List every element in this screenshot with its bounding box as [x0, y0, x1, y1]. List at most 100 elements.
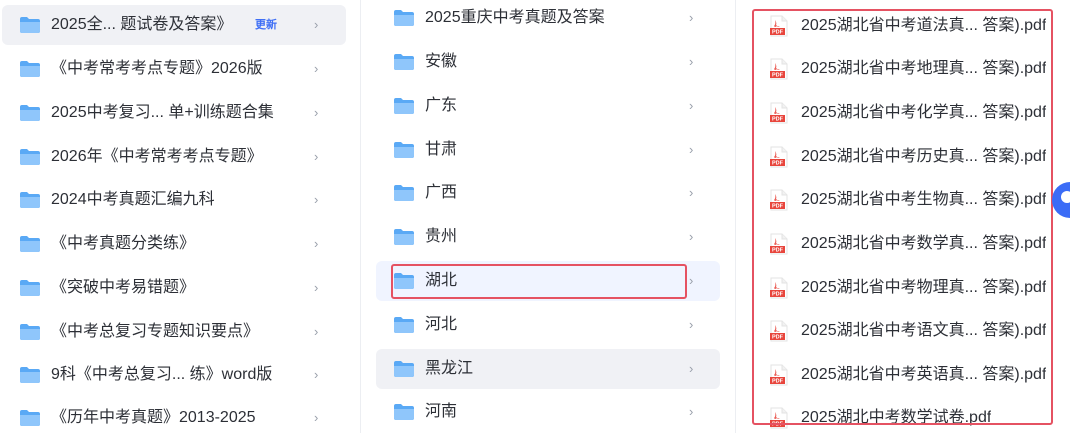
file-label: 2025湖北省中考语文真... 答案).pdf — [801, 322, 1047, 339]
folder-icon — [19, 60, 41, 78]
svg-text:PDF: PDF — [772, 30, 784, 36]
file-label: 2025湖北省中考数学真... 答案).pdf — [801, 235, 1047, 252]
chevron-right-icon: › — [314, 192, 319, 207]
folder-icon — [19, 191, 41, 209]
folder-row[interactable]: 河南 › — [376, 392, 720, 432]
folder-row[interactable]: 2024中考真题汇编九科 › — [2, 180, 346, 220]
folder-label: 2026年《中考常考考点专题》 — [51, 148, 263, 165]
chevron-right-icon: › — [689, 54, 694, 69]
pdf-file-icon: PDF — [768, 277, 790, 299]
folder-row[interactable]: 广东 › — [376, 86, 720, 126]
file-label: 2025湖北中考数学试卷.pdf — [801, 409, 992, 426]
folder-icon — [19, 366, 41, 384]
file-row[interactable]: PDF 2025湖北省中考数学真... 答案).pdf — [758, 224, 1070, 264]
folder-label: 2025重庆中考真题及答案 — [425, 9, 605, 26]
folder-row[interactable]: 《中考常考考点专题》2026版 › — [2, 49, 346, 89]
file-row[interactable]: PDF 2025湖北中考数学试卷.pdf — [758, 398, 1070, 433]
folder-icon — [393, 228, 415, 246]
file-label: 2025湖北省中考物理真... 答案).pdf — [801, 279, 1047, 296]
file-label: 2025湖北省中考生物真... 答案).pdf — [801, 191, 1047, 208]
file-label: 2025湖北省中考英语真... 答案).pdf — [801, 366, 1047, 383]
file-row[interactable]: PDF 2025湖北省中考物理真... 答案).pdf — [758, 268, 1070, 308]
folder-label: 湖北 — [425, 272, 458, 289]
folder-icon — [393, 9, 415, 27]
folder-icon — [393, 141, 415, 159]
folder-row[interactable]: 《中考真题分类练》 › — [2, 224, 346, 264]
folder-label: 《中考常考考点专题》2026版 — [51, 60, 263, 77]
chevron-right-icon: › — [689, 98, 694, 113]
folder-icon — [19, 148, 41, 166]
pdf-file-icon: PDF — [768, 15, 790, 37]
chevron-right-icon: › — [314, 149, 319, 164]
file-browser: 2025全... 题试卷及答案》 更新 › 《中考常考考点专题》2026版 › … — [0, 0, 1070, 433]
folder-row[interactable]: 9科《中考总复习... 练》word版 › — [2, 355, 346, 395]
folder-icon — [19, 279, 41, 297]
pdf-file-icon: PDF — [768, 58, 790, 80]
chevron-right-icon: › — [689, 317, 694, 332]
folder-row[interactable]: 《突破中考易错题》 › — [2, 268, 346, 308]
folder-row[interactable]: 2025全... 题试卷及答案》 更新 › — [2, 5, 346, 45]
folder-label: 甘肃 — [425, 141, 458, 158]
file-row[interactable]: PDF 2025湖北省中考历史真... 答案).pdf — [758, 137, 1070, 177]
chevron-right-icon: › — [689, 273, 694, 288]
folder-icon — [19, 409, 41, 427]
svg-text:PDF: PDF — [772, 73, 784, 79]
file-row[interactable]: PDF 2025湖北省中考道法真... 答案).pdf — [758, 6, 1070, 46]
folder-row[interactable]: 安徽 › — [376, 42, 720, 82]
file-row[interactable]: PDF 2025湖北省中考语文真... 答案).pdf — [758, 311, 1070, 351]
folder-icon — [19, 323, 41, 341]
folder-label: 2025全... 题试卷及答案》 — [51, 16, 233, 33]
chevron-right-icon: › — [314, 236, 319, 251]
folder-row[interactable]: 甘肃 › — [376, 130, 720, 170]
folder-label: 广西 — [425, 184, 458, 201]
folder-row[interactable]: 贵州 › — [376, 217, 720, 257]
chevron-right-icon: › — [314, 105, 319, 120]
svg-text:PDF: PDF — [772, 117, 784, 123]
folder-icon — [393, 184, 415, 202]
chevron-right-icon: › — [314, 280, 319, 295]
chevron-right-icon: › — [689, 404, 694, 419]
folder-row[interactable]: 《中考总复习专题知识要点》 › — [2, 312, 346, 352]
folder-icon — [393, 403, 415, 421]
pdf-file-icon: PDF — [768, 102, 790, 124]
chevron-right-icon: › — [689, 185, 694, 200]
chevron-right-icon: › — [689, 229, 694, 244]
folder-label: 贵州 — [425, 228, 458, 245]
folder-label: 《历年中考真题》2013-2025 — [51, 409, 256, 426]
folder-row[interactable]: 河北 › — [376, 305, 720, 345]
folder-label: 黑龙江 — [425, 360, 474, 377]
folder-row[interactable]: 广西 › — [376, 173, 720, 213]
file-label: 2025湖北省中考历史真... 答案).pdf — [801, 148, 1047, 165]
file-row[interactable]: PDF 2025湖北省中考生物真... 答案).pdf — [758, 180, 1070, 220]
folders-column: 2025全... 题试卷及答案》 更新 › 《中考常考考点专题》2026版 › … — [0, 0, 356, 433]
file-row[interactable]: PDF 2025湖北省中考英语真... 答案).pdf — [758, 355, 1070, 395]
folder-row-selected[interactable]: 湖北 › — [376, 261, 720, 301]
svg-text:PDF: PDF — [772, 292, 784, 298]
pdf-file-icon: PDF — [768, 407, 790, 429]
folder-icon — [393, 97, 415, 115]
chevron-right-icon: › — [314, 17, 319, 32]
pdf-file-icon: PDF — [768, 364, 790, 386]
folder-label: 河南 — [425, 403, 458, 420]
chevron-right-icon: › — [689, 10, 694, 25]
folder-row[interactable]: 2026年《中考常考考点专题》 › — [2, 137, 346, 177]
folder-row[interactable]: 《历年中考真题》2013-2025 › — [2, 398, 346, 433]
folder-icon — [393, 316, 415, 334]
folder-icon — [19, 235, 41, 253]
folder-row[interactable]: 黑龙江 › — [376, 349, 720, 389]
chevron-right-icon: › — [689, 361, 694, 376]
svg-text:PDF: PDF — [772, 204, 784, 210]
folder-icon — [393, 53, 415, 71]
folder-label: 《突破中考易错题》 — [51, 279, 196, 296]
folder-label: 9科《中考总复习... 练》word版 — [51, 366, 273, 383]
folder-label: 广东 — [425, 97, 458, 114]
folder-row[interactable]: 2025中考复习... 单+训练题合集 › — [2, 93, 346, 133]
file-row[interactable]: PDF 2025湖北省中考化学真... 答案).pdf — [758, 93, 1070, 133]
file-row[interactable]: PDF 2025湖北省中考地理真... 答案).pdf — [758, 49, 1070, 89]
svg-text:PDF: PDF — [772, 379, 784, 385]
folder-label: 《中考真题分类练》 — [51, 235, 196, 252]
folder-label: 《中考总复习专题知识要点》 — [51, 323, 260, 340]
folder-row[interactable]: 2025重庆中考真题及答案 › — [376, 0, 720, 38]
chevron-right-icon: › — [314, 410, 319, 425]
pdf-file-icon: PDF — [768, 233, 790, 255]
